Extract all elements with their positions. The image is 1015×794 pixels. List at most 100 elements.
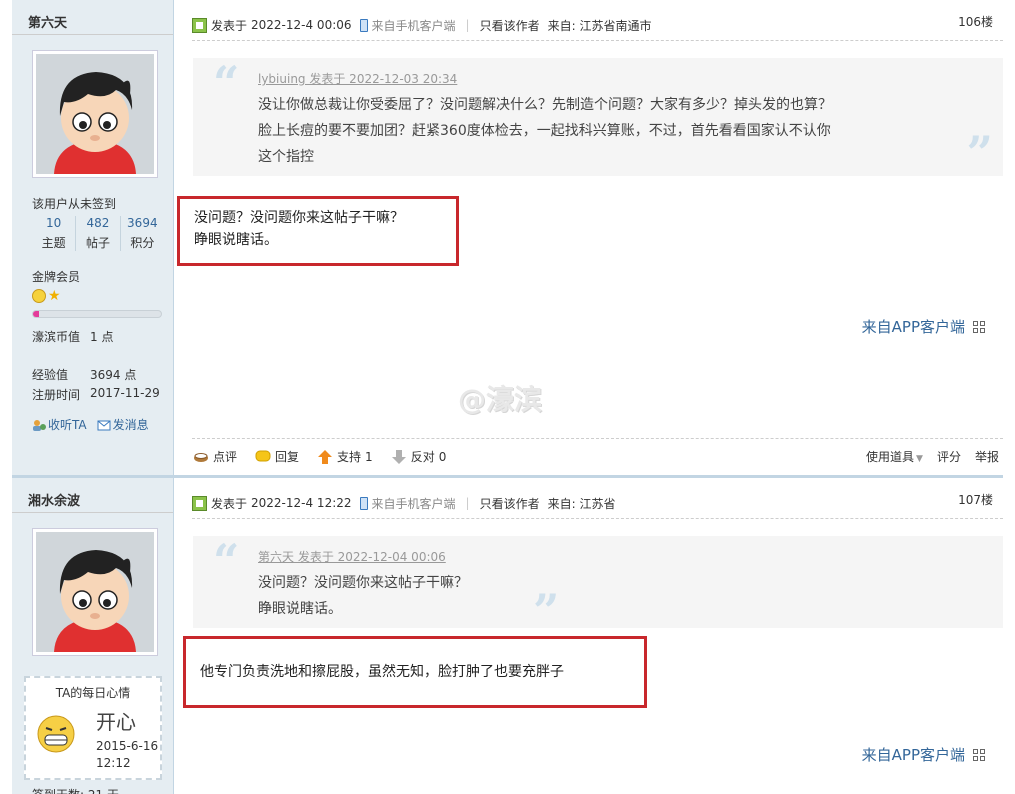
post-location: 来自: 江苏省 (547, 496, 616, 511)
follow-label: 收听TA (48, 418, 87, 432)
avatar[interactable] (32, 528, 158, 656)
post-meta: 发表于 2022-12-4 00:06 来自手机客户端 | 只看该作者 来自: … (192, 14, 995, 36)
user-actions: 收听TA 发消息 (32, 416, 149, 433)
chevron-down-icon: ▼ (916, 454, 923, 464)
sidebar-divider (12, 512, 173, 513)
mobile-phone-icon (359, 496, 368, 510)
coin-value: 1 点 (90, 330, 114, 344)
coin-label: 濠滨币值 (32, 330, 81, 344)
level-progress-bar (32, 310, 162, 318)
message-icon (97, 420, 111, 431)
only-author-link[interactable]: 只看该作者 (480, 17, 540, 34)
support-button[interactable]: 支持 1 (317, 448, 373, 465)
quote-block: “ lybiuing 发表于 2022-12-03 20:34 没让你做总裁让你… (193, 58, 1003, 176)
stat-value: 482 (86, 216, 110, 230)
floor-number[interactable]: 107楼 (958, 491, 993, 508)
use-tools-button[interactable]: 使用道具 ▼ (866, 448, 923, 465)
quote-author-link[interactable]: lybiuing 发表于 2022-12-03 20:34 (258, 70, 457, 87)
post-content: 发表于 2022-12-4 12:22 来自手机客户端 | 只看该作者 来自: … (175, 478, 1003, 794)
meta-separator: | (465, 18, 470, 32)
quote-line: 没让你做总裁让你受委屈了？没问题解决什么？先制造个问题？大家有多少？掉头发的也算… (258, 97, 832, 113)
post-106: 第六天 该用户从未签到 10 主题 482 帖子 3694 积分 金牌会员 ★ … (0, 0, 1015, 478)
reg-value: 2017-11-29 (90, 386, 160, 400)
app-client-link[interactable]: 来自APP客户端 (862, 744, 985, 765)
client-source[interactable]: 来自手机客户端 (372, 495, 456, 512)
coin-row: 濠滨币值 1 点 (32, 328, 113, 345)
mood-time-value: 12:12 (96, 756, 131, 770)
app-client-link[interactable]: 来自APP客户端 (862, 316, 985, 337)
post-107: 湘水余波 TA的每日心情 开心 2015-6-16 12:12 发表于 2022… (0, 478, 1015, 794)
exp-value: 3694 点 (90, 368, 137, 382)
open-quote-icon: “ (213, 534, 240, 588)
sign-status: 该用户从未签到 (32, 197, 117, 211)
use-tools-label: 使用道具 (866, 450, 915, 464)
highlighted-reply: 他专门负责洗地和擦屁股，虽然无知，脸打肿了也要充胖子 (183, 636, 647, 708)
quote-block: “ 第六天 发表于 2022-12-04 00:06 没问题？没问题你来这帖子干… (193, 534, 1003, 634)
qr-code-icon (973, 748, 985, 761)
online-status-icon (192, 17, 207, 33)
stat-value: 10 (46, 216, 62, 230)
comment-button[interactable]: 点评 (193, 448, 237, 465)
stat-label: 帖子 (85, 236, 110, 250)
speech-bubble-icon (255, 450, 271, 461)
quote-line: 脸上长痘的要不要加团？赶紧360度体检去，一起找科兴算账，不过，首先看看国家认不… (258, 123, 831, 139)
author-name[interactable]: 第六天 (28, 12, 67, 31)
member-level[interactable]: 金牌会员 (32, 268, 80, 285)
author-name[interactable]: 湘水余波 (28, 490, 80, 509)
mood-date: 2015-6-16 12:12 (96, 738, 158, 772)
posted-time: 2022-12-4 00:06 (251, 18, 352, 32)
avatar-cartoon-icon (36, 532, 154, 652)
meta-divider (192, 40, 1003, 41)
author-sidebar: 第六天 该用户从未签到 10 主题 482 帖子 3694 积分 金牌会员 ★ … (12, 0, 174, 478)
client-source[interactable]: 来自手机客户端 (372, 17, 456, 34)
stat-points[interactable]: 3694 积分 (121, 216, 164, 251)
stat-topics[interactable]: 10 主题 (32, 216, 77, 251)
meta-separator: | (465, 496, 470, 510)
oppose-count: 0 (438, 449, 447, 464)
app-client-label: 来自APP客户端 (861, 746, 965, 764)
quote-body: 没让你做总裁让你受委屈了？没问题解决什么？先制造个问题？大家有多少？掉头发的也算… (258, 92, 832, 170)
avatar[interactable] (32, 50, 158, 178)
support-count: 1 (365, 449, 373, 464)
floor-number[interactable]: 106楼 (958, 13, 993, 30)
stat-label: 积分 (130, 236, 155, 250)
arrow-down-icon (391, 449, 406, 464)
quote-body: 没问题？没问题你来这帖子干嘛？ 睁眼说瞎话。 (258, 570, 468, 622)
star-badge-icon: ★ (48, 288, 61, 304)
author-sidebar: 湘水余波 TA的每日心情 开心 2015-6-16 12:12 (12, 478, 174, 794)
meta-divider (192, 518, 1003, 519)
post-location: 来自: 江苏省南通市 (547, 18, 652, 33)
level-progress-fill (33, 311, 40, 317)
mood-date-value: 2015-6-16 (96, 739, 159, 753)
reply-button[interactable]: 回复 (255, 448, 299, 465)
only-author-link[interactable]: 只看该作者 (480, 495, 540, 512)
footer-right-actions: 使用道具 ▼ 评分 举报 (866, 448, 999, 465)
posted-prefix: 发表于 (211, 18, 248, 33)
stat-posts[interactable]: 482 帖子 (76, 216, 121, 251)
qr-code-icon (973, 320, 985, 333)
rate-button[interactable]: 评分 (937, 448, 961, 465)
daily-mood-box: TA的每日心情 开心 2015-6-16 12:12 (24, 676, 162, 780)
post-footer: 点评 回复 支持 1 反对 0 使用道具 ▼ 评分 举报 (193, 448, 999, 465)
level-icons: ★ (32, 289, 61, 303)
exp-row: 经验值 3694 点 (32, 366, 136, 383)
footer-divider (192, 438, 1003, 439)
follow-button[interactable]: 收听TA (32, 416, 87, 433)
message-button[interactable]: 发消息 (97, 416, 149, 433)
quote-author-link[interactable]: 第六天 发表于 2022-12-04 00:06 (258, 548, 446, 565)
mood-title: TA的每日心情 (55, 686, 131, 700)
posted-prefix: 发表于 (211, 496, 248, 511)
coffee-cup-icon (194, 452, 208, 462)
comment-label: 点评 (213, 450, 238, 464)
reg-row: 注册时间 2017-11-29 (32, 386, 160, 403)
oppose-label: 反对 (410, 450, 435, 464)
posted-time: 2022-12-4 12:22 (251, 496, 352, 510)
sidebar-divider (12, 34, 173, 35)
oppose-button[interactable]: 反对 0 (391, 448, 447, 465)
mobile-phone-icon (359, 18, 368, 32)
exp-label: 经验值 (32, 368, 69, 382)
stat-label: 主题 (41, 236, 66, 250)
post-meta: 发表于 2022-12-4 12:22 来自手机客户端 | 只看该作者 来自: … (192, 492, 995, 514)
report-button[interactable]: 举报 (975, 448, 999, 465)
reply-label: 回复 (275, 450, 300, 464)
